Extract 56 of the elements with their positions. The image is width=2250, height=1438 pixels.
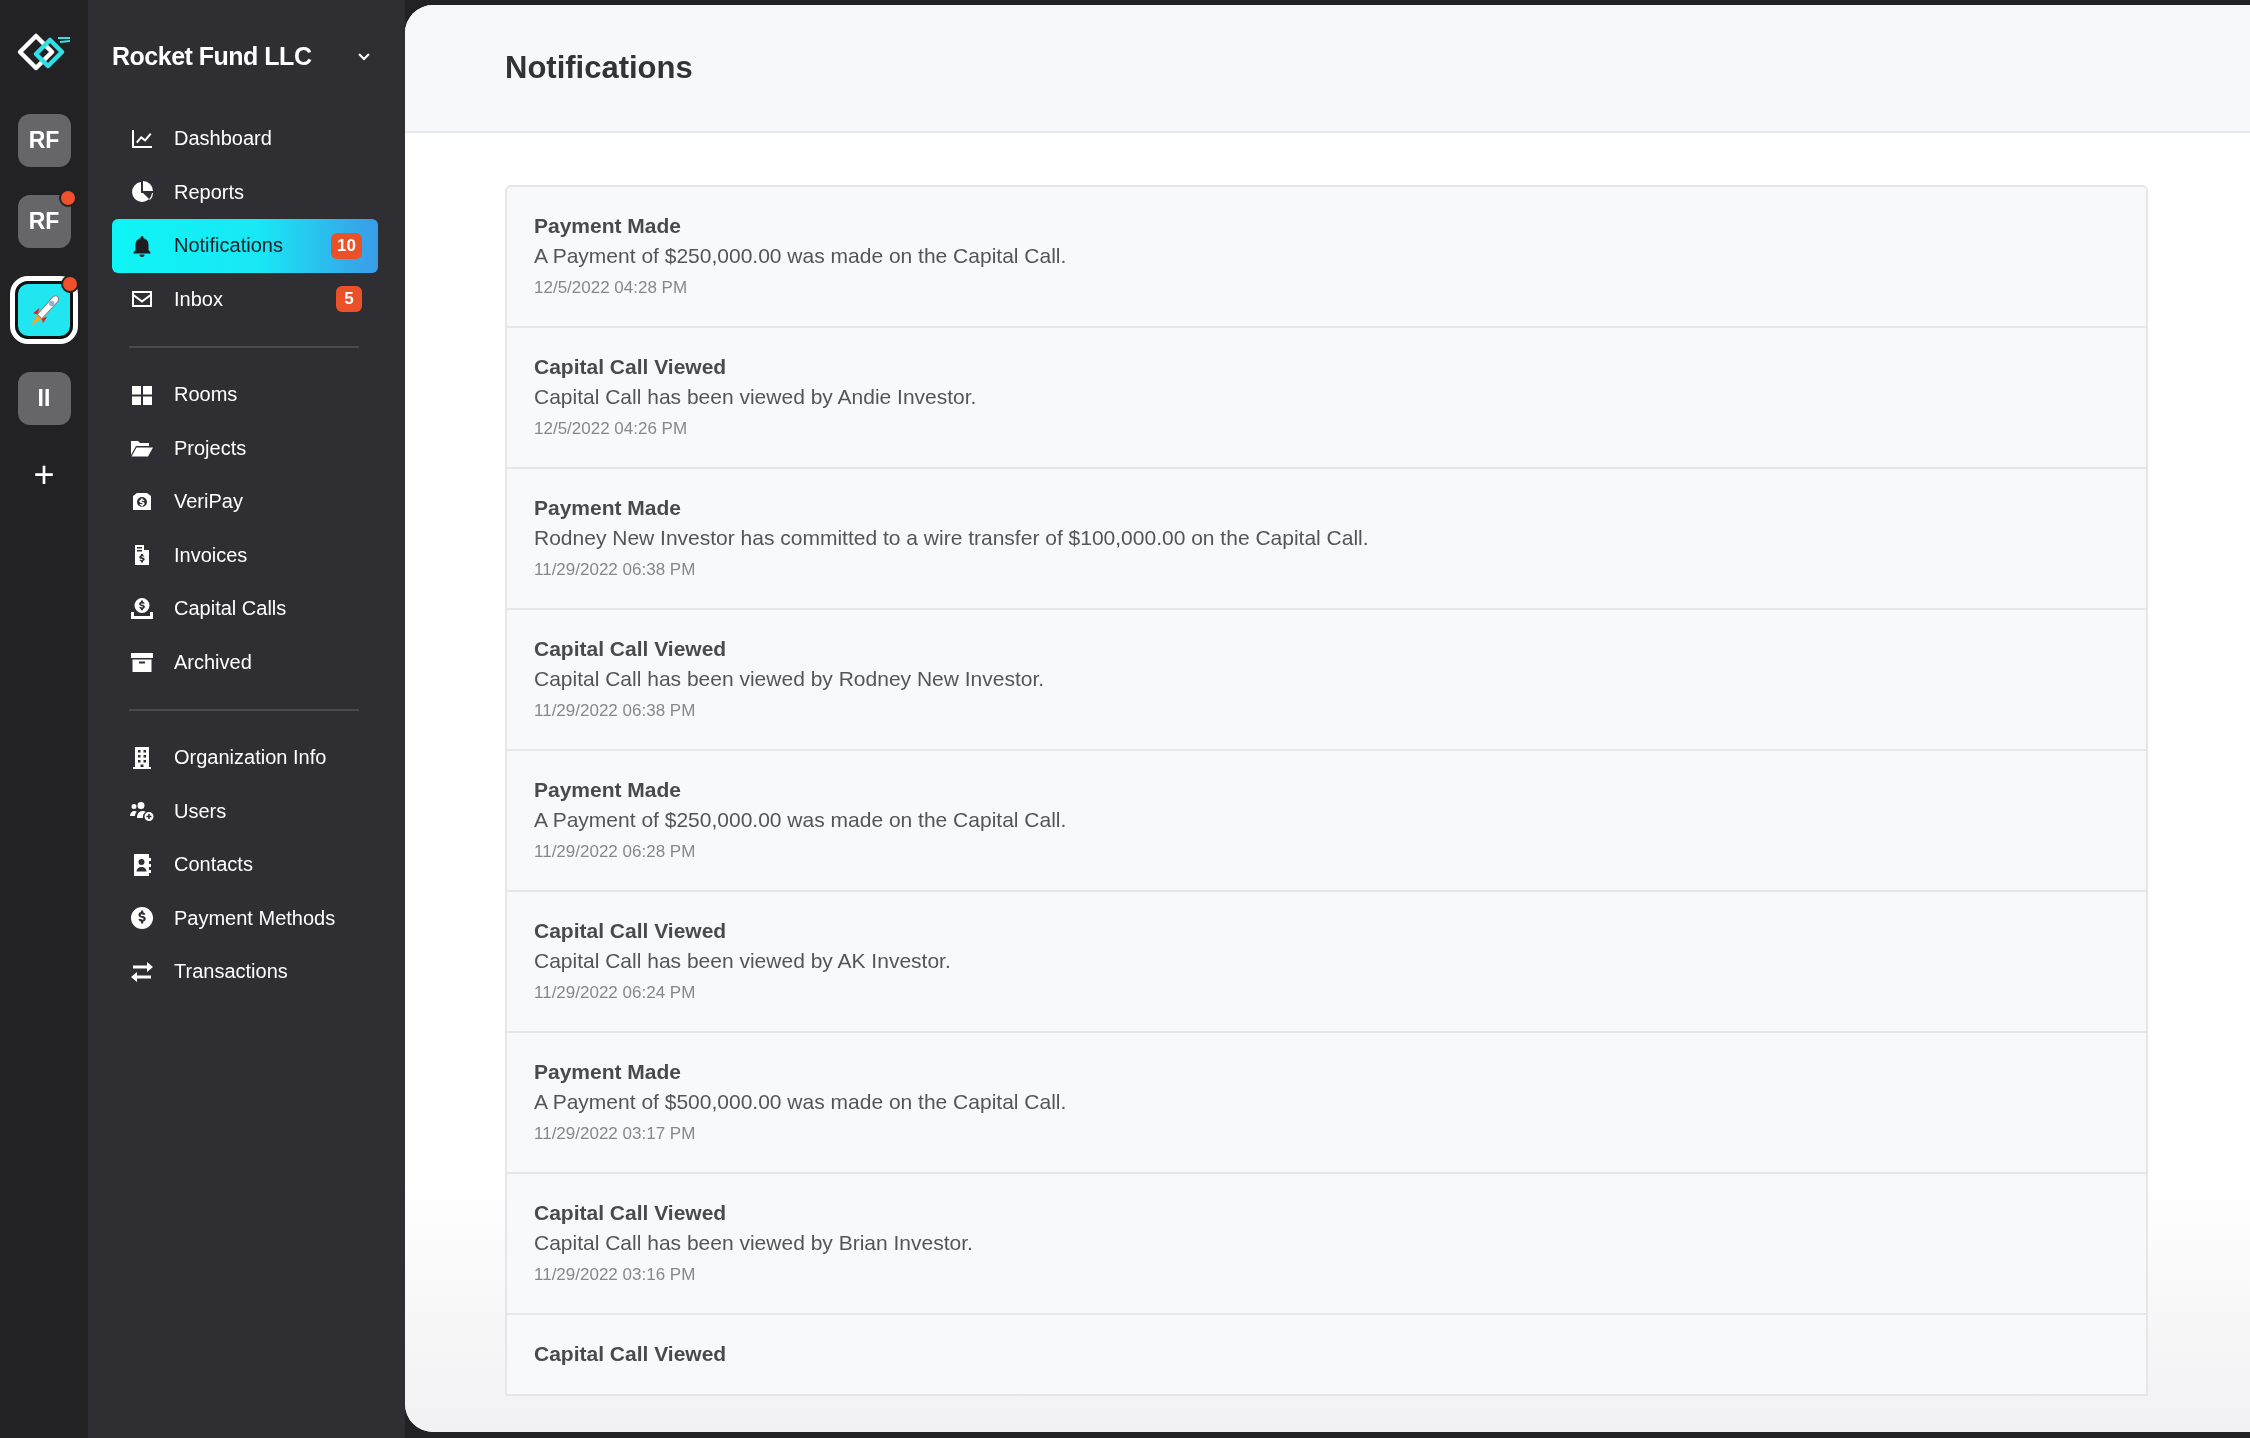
notification-title: Payment Made bbox=[534, 1059, 683, 1085]
notification-title: Capital Call Viewed bbox=[534, 354, 728, 380]
nav-item[interactable]: Dashboard bbox=[112, 112, 378, 166]
notification-time: 12/5/2022 04:28 PM bbox=[534, 277, 689, 299]
notification-title: Capital Call Viewed bbox=[534, 918, 728, 944]
users-add-icon bbox=[130, 799, 154, 824]
count-badge: 10 bbox=[331, 232, 362, 259]
nav-item[interactable]: Reports bbox=[112, 165, 378, 219]
notification-time: 11/29/2022 06:24 PM bbox=[534, 982, 697, 1004]
notification-title: Capital Call Viewed bbox=[534, 636, 728, 662]
nav-item[interactable]: Invoices bbox=[112, 528, 378, 582]
add-workspace-button[interactable]: + bbox=[27, 457, 61, 493]
notification-time: 11/29/2022 03:16 PM bbox=[534, 1264, 697, 1286]
archive-box-icon bbox=[130, 650, 154, 675]
organization-name: Rocket Fund LLC bbox=[112, 41, 312, 71]
notification-message: A Payment of $250,000.00 was made on the Capital Call. bbox=[534, 807, 1068, 833]
nav-item[interactable]: Projects bbox=[112, 421, 378, 475]
nav-item[interactable]: Notifications 10 bbox=[112, 219, 378, 273]
notification-title: Capital Call Viewed bbox=[534, 1200, 728, 1226]
coin-tray-icon bbox=[130, 596, 154, 621]
notification-title: Payment Made bbox=[534, 495, 683, 521]
dollar-coin-icon bbox=[130, 906, 154, 931]
notification-title: Payment Made bbox=[534, 777, 683, 803]
nav-item[interactable]: Inbox 5 bbox=[112, 272, 378, 326]
building-icon bbox=[130, 745, 154, 770]
page-title: Notifications bbox=[505, 50, 693, 86]
notification-message: Capital Call has been viewed by Brian Investor. bbox=[534, 1230, 974, 1256]
nav-item[interactable]: Users bbox=[112, 784, 378, 838]
notification-message: Capital Call has been viewed by Rodney New Investor. bbox=[534, 666, 1046, 692]
nav-item[interactable]: Capital Calls bbox=[112, 582, 378, 636]
count-badge: 5 bbox=[336, 286, 362, 313]
pie-chart-icon bbox=[130, 180, 154, 205]
notification-message: A Payment of $500,000.00 was made on the Capital Call. bbox=[534, 1089, 1068, 1115]
notification-message: A Payment of $250,000.00 was made on the Capital Call. bbox=[534, 243, 1068, 269]
nav-item[interactable]: Contacts bbox=[112, 838, 378, 892]
notification-title: Payment Made bbox=[534, 213, 683, 239]
notification-time: 11/29/2022 06:38 PM bbox=[534, 559, 697, 581]
nav-item[interactable]: Organization Info bbox=[112, 731, 378, 785]
workspace-avatar[interactable]: II bbox=[17, 372, 71, 425]
notification-time: 11/29/2022 06:28 PM bbox=[534, 841, 697, 863]
bell-icon bbox=[130, 233, 154, 258]
workspace-rocket-avatar[interactable] bbox=[10, 276, 78, 344]
notification-time: 11/29/2022 03:17 PM bbox=[534, 1123, 697, 1145]
nav-item[interactable]: Payment Methods bbox=[112, 891, 378, 945]
workspace-avatar[interactable]: RF bbox=[17, 114, 71, 167]
nav-item[interactable]: Archived bbox=[112, 635, 378, 689]
nav-item[interactable]: Rooms bbox=[112, 368, 378, 422]
notification-message: Rodney New Investor has committed to a wire transfer of $100,000.00 on the Capital Call. bbox=[534, 525, 1370, 551]
nav-item[interactable]: Transactions bbox=[112, 945, 378, 999]
nav-item[interactable]: VeriPay bbox=[112, 475, 378, 529]
notification-time: 12/5/2022 04:26 PM bbox=[534, 418, 689, 440]
notification-time: 11/29/2022 06:38 PM bbox=[534, 700, 697, 722]
swap-arrows-icon bbox=[130, 959, 154, 984]
notification-title: Capital Call Viewed bbox=[534, 1341, 728, 1367]
notification-message: Capital Call has been viewed by Andie Investor. bbox=[534, 384, 978, 410]
notification-message: Capital Call has been viewed by AK Investor. bbox=[534, 948, 952, 974]
